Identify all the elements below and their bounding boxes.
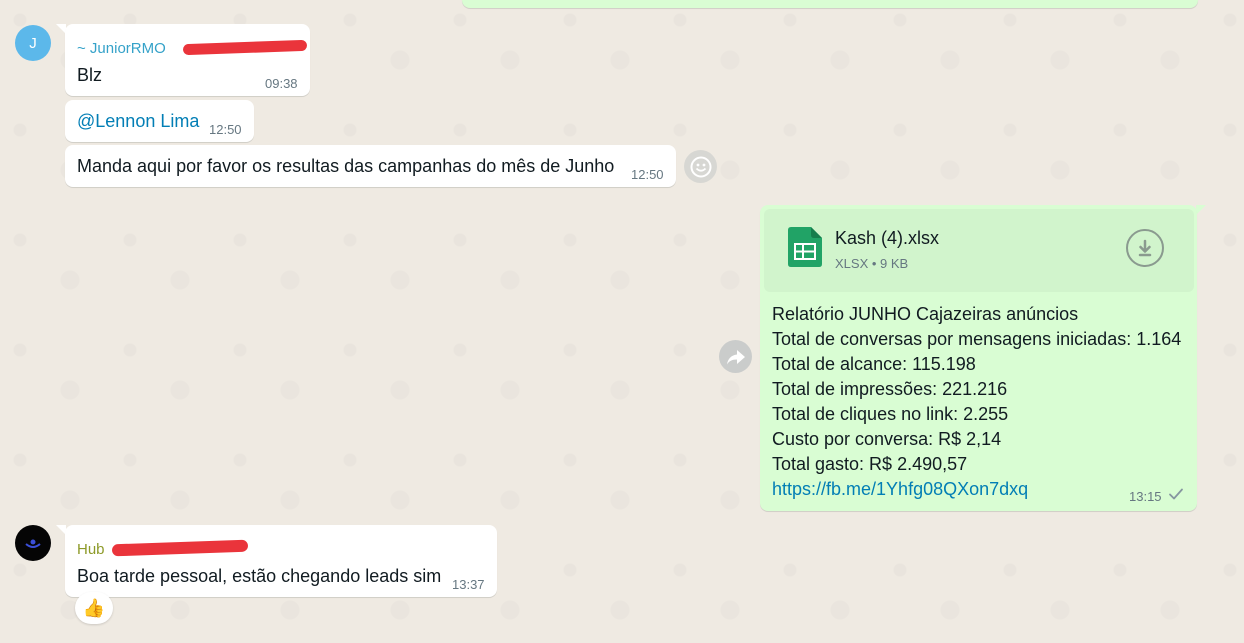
sender-name[interactable]: Hub <box>77 541 105 558</box>
report-line-reach: Total de alcance: 115.198 <box>772 354 976 374</box>
message-bubble-blz[interactable]: ~ JuniorRMO Blz 09:38 <box>65 24 310 96</box>
redaction-mark <box>182 39 308 56</box>
forward-icon[interactable] <box>719 340 752 373</box>
avatar-hub[interactable] <box>15 525 51 561</box>
download-icon[interactable] <box>1126 229 1164 267</box>
hub-logo-icon <box>25 539 41 548</box>
report-link[interactable]: https://fb.me/1Yhfg08QXon7dxq <box>772 479 1028 500</box>
message-text: Boa tarde pessoal, estão chegando leads … <box>77 566 442 586</box>
mention-link[interactable]: @Lennon Lima <box>77 111 199 132</box>
report-line-cost: Custo por conversa: R$ 2,14 <box>772 429 1002 449</box>
message-bubble-request[interactable]: Manda aqui por favor os resultas das cam… <box>65 145 676 187</box>
message-time: 13:37 <box>452 577 485 592</box>
emoji-react-icon[interactable] <box>684 150 717 183</box>
reaction-badge[interactable]: 👍 <box>75 592 113 624</box>
thumbs-up-icon: 👍 <box>82 597 106 618</box>
previous-outgoing-bubble[interactable] <box>462 0 1198 8</box>
report-line-title: Relatório JUNHO Cajazeiras anúncios <box>772 304 1079 324</box>
spreadsheet-file-icon <box>788 227 822 267</box>
single-check-icon <box>1168 487 1184 506</box>
bubble-tail <box>1196 205 1206 215</box>
report-line-impressions: Total de impressões: 221.216 <box>772 379 1008 399</box>
message-bubble-report[interactable]: Kash (4).xlsx XLSX • 9 KB Relatório JUNH… <box>760 205 1197 511</box>
file-name: Kash (4).xlsx <box>835 228 940 248</box>
file-meta: XLSX • 9 KB <box>835 256 909 271</box>
report-line-spent: Total gasto: R$ 2.490,57 <box>772 454 968 474</box>
message-bubble-mention[interactable]: @Lennon Lima 12:50 <box>65 100 254 142</box>
report-line-conversations: Total de conversas por mensagens iniciad… <box>772 329 1182 349</box>
message-text: Blz <box>77 65 103 85</box>
avatar-letter: J <box>29 34 37 52</box>
avatar-junior[interactable]: J <box>15 25 51 61</box>
sender-name[interactable]: ~ JuniorRMO <box>77 40 166 57</box>
message-time: 09:38 <box>265 76 298 91</box>
file-attachment[interactable]: Kash (4).xlsx XLSX • 9 KB <box>764 209 1194 292</box>
report-line-clicks: Total de cliques no link: 2.255 <box>772 404 1009 424</box>
message-bubble-leads[interactable]: Hub Boa tarde pessoal, estão chegando le… <box>65 525 497 597</box>
message-time: 12:50 <box>209 122 242 137</box>
redaction-mark <box>111 539 249 557</box>
message-time: 12:50 <box>631 167 664 182</box>
message-time: 13:15 <box>1129 489 1162 504</box>
message-text: Manda aqui por favor os resultas das cam… <box>77 156 615 176</box>
